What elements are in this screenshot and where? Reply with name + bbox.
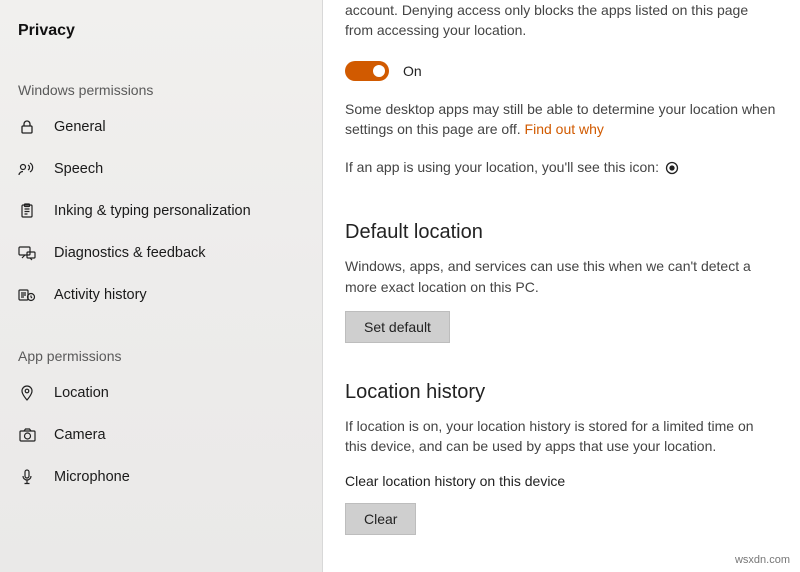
location-history-text: If location is on, your location history… — [345, 416, 776, 457]
toggle-state-label: On — [403, 63, 422, 79]
location-toggle[interactable] — [345, 61, 389, 81]
sidebar-item-speech[interactable]: Speech — [0, 148, 322, 190]
clipboard-icon — [18, 202, 36, 220]
main-content: account. Denying access only blocks the … — [323, 0, 800, 572]
location-icon — [18, 384, 36, 402]
clear-button[interactable]: Clear — [345, 503, 416, 535]
lock-icon — [18, 118, 36, 136]
speech-icon — [18, 160, 36, 178]
sidebar-item-label: Location — [54, 385, 109, 401]
section-header-apps: App permissions — [0, 348, 322, 364]
microphone-icon — [18, 468, 36, 486]
camera-icon — [18, 426, 36, 444]
page-title: Privacy — [0, 22, 322, 40]
sidebar-item-label: Speech — [54, 161, 103, 177]
find-out-why-link[interactable]: Find out why — [525, 121, 604, 137]
feedback-icon — [18, 244, 36, 262]
sidebar: Privacy Windows permissions General Spee… — [0, 0, 322, 572]
location-history-heading: Location history — [345, 381, 776, 404]
sidebar-item-microphone[interactable]: Microphone — [0, 456, 322, 498]
sidebar-item-inking[interactable]: Inking & typing personalization — [0, 190, 322, 232]
sidebar-item-label: Inking & typing personalization — [54, 203, 251, 219]
sidebar-item-general[interactable]: General — [0, 106, 322, 148]
desktop-apps-text: Some desktop apps may still be able to d… — [345, 99, 776, 140]
using-location-row: If an app is using your location, you'll… — [345, 157, 776, 177]
intro-text: account. Denying access only blocks the … — [345, 0, 776, 41]
sidebar-item-label: Diagnostics & feedback — [54, 245, 206, 261]
history-icon — [18, 286, 36, 304]
default-location-text: Windows, apps, and services can use this… — [345, 256, 776, 297]
default-location-heading: Default location — [345, 221, 776, 244]
sidebar-item-label: Camera — [54, 427, 106, 443]
watermark: wsxdn.com — [735, 554, 790, 566]
location-toggle-row: On — [345, 61, 776, 81]
sidebar-item-label: General — [54, 119, 106, 135]
using-location-text: If an app is using your location, you'll… — [345, 159, 659, 175]
sidebar-item-location[interactable]: Location — [0, 372, 322, 414]
sidebar-item-label: Microphone — [54, 469, 130, 485]
sidebar-item-diagnostics[interactable]: Diagnostics & feedback — [0, 232, 322, 274]
location-in-use-icon — [665, 161, 679, 175]
sidebar-item-activity[interactable]: Activity history — [0, 274, 322, 316]
sidebar-item-label: Activity history — [54, 287, 147, 303]
set-default-button[interactable]: Set default — [345, 311, 450, 343]
section-header-windows: Windows permissions — [0, 82, 322, 98]
sidebar-item-camera[interactable]: Camera — [0, 414, 322, 456]
clear-history-label: Clear location history on this device — [345, 473, 776, 489]
